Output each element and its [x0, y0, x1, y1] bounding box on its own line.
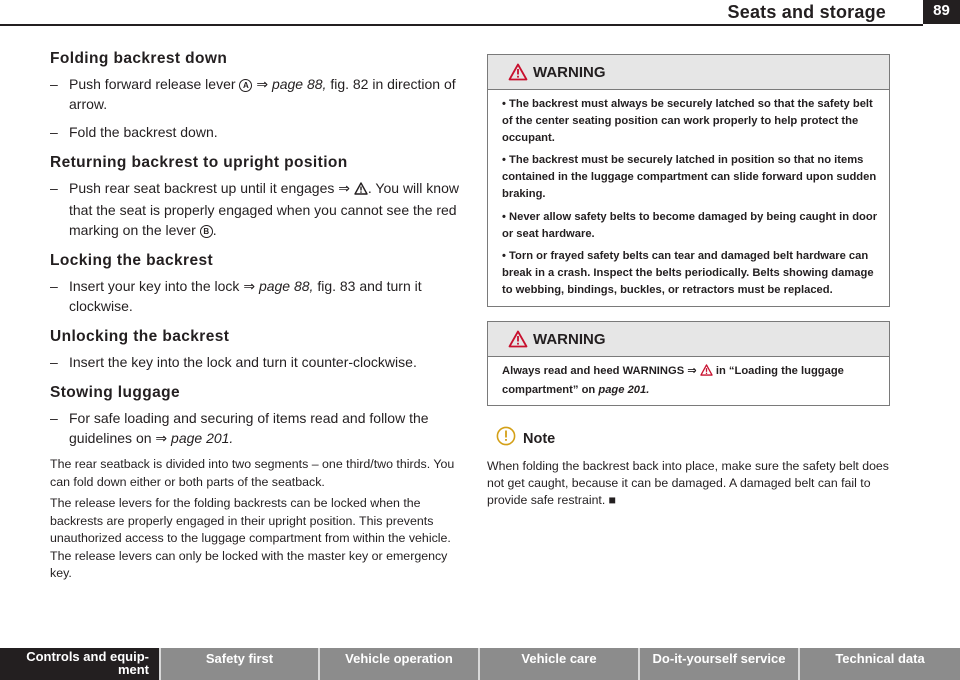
dash-bullet: – [50, 76, 58, 92]
heading-folding-backrest: Folding backrest down [50, 50, 228, 67]
note-title: Note [523, 431, 556, 448]
paragraph-release-levers: The release levers for the folding backr… [50, 496, 451, 580]
end-of-section-mark: ■ [608, 493, 617, 508]
page-reference-link[interactable]: page 88, [259, 278, 314, 294]
lever-a-marker: A [239, 79, 253, 92]
warning-item: • The backrest must be securely latched … [502, 154, 877, 200]
warning-title: WARNING [533, 330, 606, 348]
step-insert-key-unlock: – Insert the key into the lock and turn … [50, 354, 417, 370]
step-insert-key-lock: – Insert your key into the lock ⇒ page 8… [50, 278, 422, 314]
warning-header: WARNING [488, 321, 889, 357]
warning-body: Always read and heed WARNINGS ⇒ in “Load… [502, 364, 844, 396]
dash-bullet: – [50, 124, 58, 140]
exclamation-circle-icon [496, 426, 516, 451]
note-header: Note [487, 422, 890, 452]
warning-body: • The backrest must always be securely l… [488, 90, 889, 306]
note-body: When folding the backrest back into plac… [487, 459, 889, 508]
warning-item: • The backrest must always be securely l… [502, 98, 873, 144]
paragraph-seatback-segments: The rear seatback is divided into two se… [50, 457, 455, 489]
reference-arrow: ⇒ [243, 278, 256, 294]
step-push-backrest-up: – Push rear seat backrest up until it en… [50, 180, 459, 238]
warning-triangle-icon [508, 330, 528, 353]
lever-b-marker: B [199, 225, 213, 238]
dash-bullet: – [50, 354, 58, 370]
page-reference-link[interactable]: page 88, [272, 76, 327, 92]
heading-returning-backrest: Returning backrest to upright position [50, 154, 348, 171]
left-column: Folding backrest down – Push forward rel… [50, 50, 470, 586]
page-reference-link[interactable]: page 201. [171, 430, 233, 446]
right-column: WARNING • The backrest must always be se… [487, 54, 890, 509]
reference-arrow: ⇒ [338, 180, 351, 196]
warning-triangle-icon[interactable] [354, 180, 368, 200]
heading-stowing-luggage: Stowing luggage [50, 384, 180, 401]
footer-tab-vehicle-care[interactable]: Vehicle care [480, 648, 638, 680]
footer-tab-controls[interactable]: Controls and equip- ment [0, 648, 159, 680]
warning-item: • Torn or frayed safety belts can tear a… [502, 250, 874, 296]
reference-arrow: ⇒ [256, 76, 269, 92]
warning-header: WARNING [488, 55, 889, 90]
warning-item: • Never allow safety belts to become dam… [502, 210, 878, 240]
step-safe-loading: – For safe loading and securing of items… [50, 410, 429, 446]
dash-bullet: – [50, 410, 58, 426]
footer-tab-safety[interactable]: Safety first [161, 648, 318, 680]
footer-nav-bar: Controls and equip- ment Safety first Ve… [0, 648, 960, 680]
page-number: 89 [933, 2, 950, 19]
step-push-release-lever: – Push forward release lever A ⇒ page 88… [50, 76, 456, 112]
footer-tab-technical-data[interactable]: Technical data [800, 648, 960, 680]
section-title: Seats and storage [727, 2, 886, 22]
heading-unlocking-backrest: Unlocking the backrest [50, 328, 230, 345]
footer-tab-diy-service[interactable]: Do-it-yourself service [640, 648, 798, 680]
reference-arrow: ⇒ [155, 430, 168, 446]
warning-title: WARNING [533, 64, 606, 81]
warning-triangle-icon[interactable] [700, 364, 713, 382]
warning-box-backrest: WARNING • The backrest must always be se… [487, 54, 890, 307]
dash-bullet: – [50, 180, 58, 196]
header-rule [0, 24, 923, 26]
warning-box-luggage: WARNING Always read and heed WARNINGS ⇒ … [487, 320, 890, 407]
dash-bullet: – [50, 278, 58, 294]
reference-arrow: ⇒ [687, 364, 697, 377]
step-fold-backrest: – Fold the backrest down. [50, 124, 218, 140]
page-reference-link[interactable]: page 201. [598, 384, 649, 396]
footer-tab-vehicle-operation[interactable]: Vehicle operation [320, 648, 478, 680]
page-number-tab: 89 [923, 0, 960, 24]
warning-triangle-icon [508, 63, 528, 86]
heading-locking-backrest: Locking the backrest [50, 252, 214, 269]
